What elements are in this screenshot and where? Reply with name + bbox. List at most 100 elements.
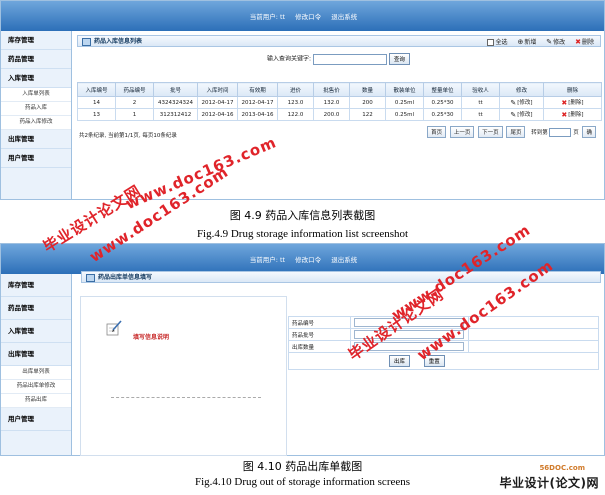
row-edit-link[interactable]: ✎[修改] <box>499 108 544 121</box>
search-input[interactable] <box>312 53 387 65</box>
sidebar: 库存管理 药品管理 入库管理 出库管理 出库单列表 药品出库单修改 药品出库 用… <box>1 274 72 455</box>
table-cell: 200.0 <box>313 108 350 121</box>
column-header: 批号 <box>153 82 198 97</box>
table-cell: 312312412 <box>153 108 198 121</box>
sidebar-sub-stock-in-list[interactable]: 入库单列表 <box>1 88 71 102</box>
column-header: 入库时间 <box>197 82 238 97</box>
sidebar-sub-drug-stock-out[interactable]: 药品出库 <box>1 394 71 408</box>
pager-controls: 首页 上一页 下一页 尾页 转到第 页 确 <box>425 126 596 138</box>
form-empty-cell <box>468 340 599 353</box>
field-label: 药品批号 <box>288 328 351 341</box>
column-header: 数量 <box>349 82 386 97</box>
column-header: 修改 <box>499 82 544 97</box>
brand-name: 毕业设计(论文)网 <box>499 476 599 490</box>
table-cell: 0.25ml <box>385 96 424 109</box>
sidebar-item-stock-out[interactable]: 出库管理 <box>1 130 71 149</box>
sidebar-item-inventory[interactable]: 库存管理 <box>1 31 71 50</box>
table-cell: 14 <box>77 96 116 109</box>
sidebar-item-inventory[interactable]: 库存管理 <box>1 274 71 297</box>
column-header: 验收人 <box>461 82 500 97</box>
change-password-link[interactable]: 修改口令 <box>295 13 321 21</box>
logout-link[interactable]: 退出系统 <box>331 256 357 264</box>
edit-label: 修改 <box>553 38 566 46</box>
table-cell: 2013-04-16 <box>237 108 278 121</box>
select-all-label: 全选 <box>495 38 508 46</box>
row-edit-label: [修改] <box>517 100 533 107</box>
table-cell: 13 <box>77 108 116 121</box>
row-delete-label: [删除] <box>568 100 584 107</box>
last-page-button[interactable]: 尾页 <box>506 126 526 138</box>
search-button[interactable]: 查询 <box>388 53 410 65</box>
table-cell: 0.25ml <box>385 108 424 121</box>
screenshot-drug-storage-list: 当前用户: tt 修改口令 退出系统 库存管理 药品管理 入库管理 入库单列表 … <box>0 0 605 200</box>
form-buttons-cell: 出库 重置 <box>288 352 599 370</box>
sidebar-item-users[interactable]: 用户管理 <box>1 149 71 168</box>
prev-page-button[interactable]: 上一页 <box>449 126 475 138</box>
select-all-checkbox[interactable]: 全选 <box>486 38 508 46</box>
sidebar-item-stock-in[interactable]: 入库管理 <box>1 69 71 88</box>
table-cell: tt <box>461 96 500 109</box>
row-delete-link[interactable]: ✖[删除] <box>543 108 602 121</box>
sidebar-item-users[interactable]: 用户管理 <box>1 408 71 431</box>
column-header: 散装单位 <box>385 82 424 97</box>
form-buttons-row: 出库 重置 <box>288 352 599 370</box>
row-edit-link[interactable]: ✎[修改] <box>499 96 544 109</box>
delete-button[interactable]: ✖删除 <box>575 38 594 46</box>
goto-label: 转到第 <box>531 130 548 136</box>
sidebar-item-drugs[interactable]: 药品管理 <box>1 297 71 320</box>
table-cell: 1 <box>115 108 154 121</box>
sidebar-item-stock-out[interactable]: 出库管理 <box>1 343 71 366</box>
delete-label: 删除 <box>581 38 594 46</box>
column-header: 删除 <box>543 82 602 97</box>
table-cell: 2012-04-16 <box>197 108 238 121</box>
table-header-row: 入库编号 药品编号 批号 入库时间 有效期 进价 批售价 数量 散装单位 整量单… <box>77 82 602 97</box>
column-header: 进价 <box>277 82 314 97</box>
add-button[interactable]: ⊕新增 <box>517 38 536 46</box>
table-cell: 123.0 <box>277 96 314 109</box>
stock-out-button[interactable]: 出库 <box>389 355 411 367</box>
table-row: 13 1 312312412 2012-04-16 2013-04-16 122… <box>77 108 602 121</box>
search-row: 输入查询关键字: 查询 <box>267 53 410 65</box>
sidebar-sub-drug-stock-in[interactable]: 药品入库 <box>1 102 71 116</box>
page-number-input[interactable] <box>549 128 572 137</box>
list-icon <box>86 273 95 282</box>
column-header: 有效期 <box>237 82 278 97</box>
row-delete-label: [删除] <box>568 112 584 119</box>
sidebar-item-stock-in[interactable]: 入库管理 <box>1 320 71 343</box>
first-page-button[interactable]: 首页 <box>427 126 447 138</box>
change-password-link[interactable]: 修改口令 <box>295 256 321 264</box>
panel-title-bar: 药品入库信息列表 全选 ⊕新增 ✎修改 ✖删除 <box>77 35 601 47</box>
panel-title: 药品出库单信息填写 <box>98 274 153 281</box>
pencil-icon: ✎ <box>510 98 517 107</box>
column-header: 入库编号 <box>77 82 116 97</box>
field-label: 药品编号 <box>288 316 351 329</box>
pencil-icon: ✎ <box>546 38 553 46</box>
top-user-bar: 当前用户: tt 修改口令 退出系统 <box>1 11 604 21</box>
next-page-button[interactable]: 下一页 <box>478 126 503 138</box>
stock-in-table: 入库编号 药品编号 批号 入库时间 有效期 进价 批售价 数量 散装单位 整量单… <box>77 82 602 121</box>
row-edit-label: [修改] <box>517 112 533 119</box>
column-header: 整量单位 <box>423 82 462 97</box>
edit-button[interactable]: ✎修改 <box>546 38 566 46</box>
info-note-label: 填写信息说明 <box>133 334 170 341</box>
sidebar-sub-stock-out-edit[interactable]: 药品出库单修改 <box>1 380 71 394</box>
plus-icon: ⊕ <box>517 38 524 46</box>
pager-summary: 共2条纪录, 当前第1/1页, 每页10条纪录 <box>79 133 177 139</box>
logout-link[interactable]: 退出系统 <box>331 13 357 21</box>
table-cell: 4324324324 <box>153 96 198 109</box>
sidebar: 库存管理 药品管理 入库管理 入库单列表 药品入库 药品入库修改 出库管理 用户… <box>1 31 72 199</box>
column-header: 药品编号 <box>115 82 154 97</box>
toolbar: 全选 ⊕新增 ✎修改 ✖删除 <box>479 36 594 49</box>
table-cell: 132.0 <box>313 96 350 109</box>
panel-title: 药品入库信息列表 <box>94 38 143 45</box>
site-brand-logo: 56DOC.com 毕业设计(论文)网 <box>451 464 601 492</box>
search-label: 输入查询关键字: <box>267 55 312 63</box>
sidebar-sub-stock-out-list[interactable]: 出库单列表 <box>1 366 71 380</box>
checkbox-icon <box>486 38 494 46</box>
row-delete-link[interactable]: ✖[删除] <box>543 96 602 109</box>
sidebar-sub-stock-in-edit[interactable]: 药品入库修改 <box>1 116 71 130</box>
table-row: 14 2 4324324324 2012-04-17 2012-04-17 12… <box>77 96 602 109</box>
sidebar-item-drugs[interactable]: 药品管理 <box>1 50 71 69</box>
delete-icon: ✖ <box>561 110 568 119</box>
go-button[interactable]: 确 <box>582 126 596 138</box>
